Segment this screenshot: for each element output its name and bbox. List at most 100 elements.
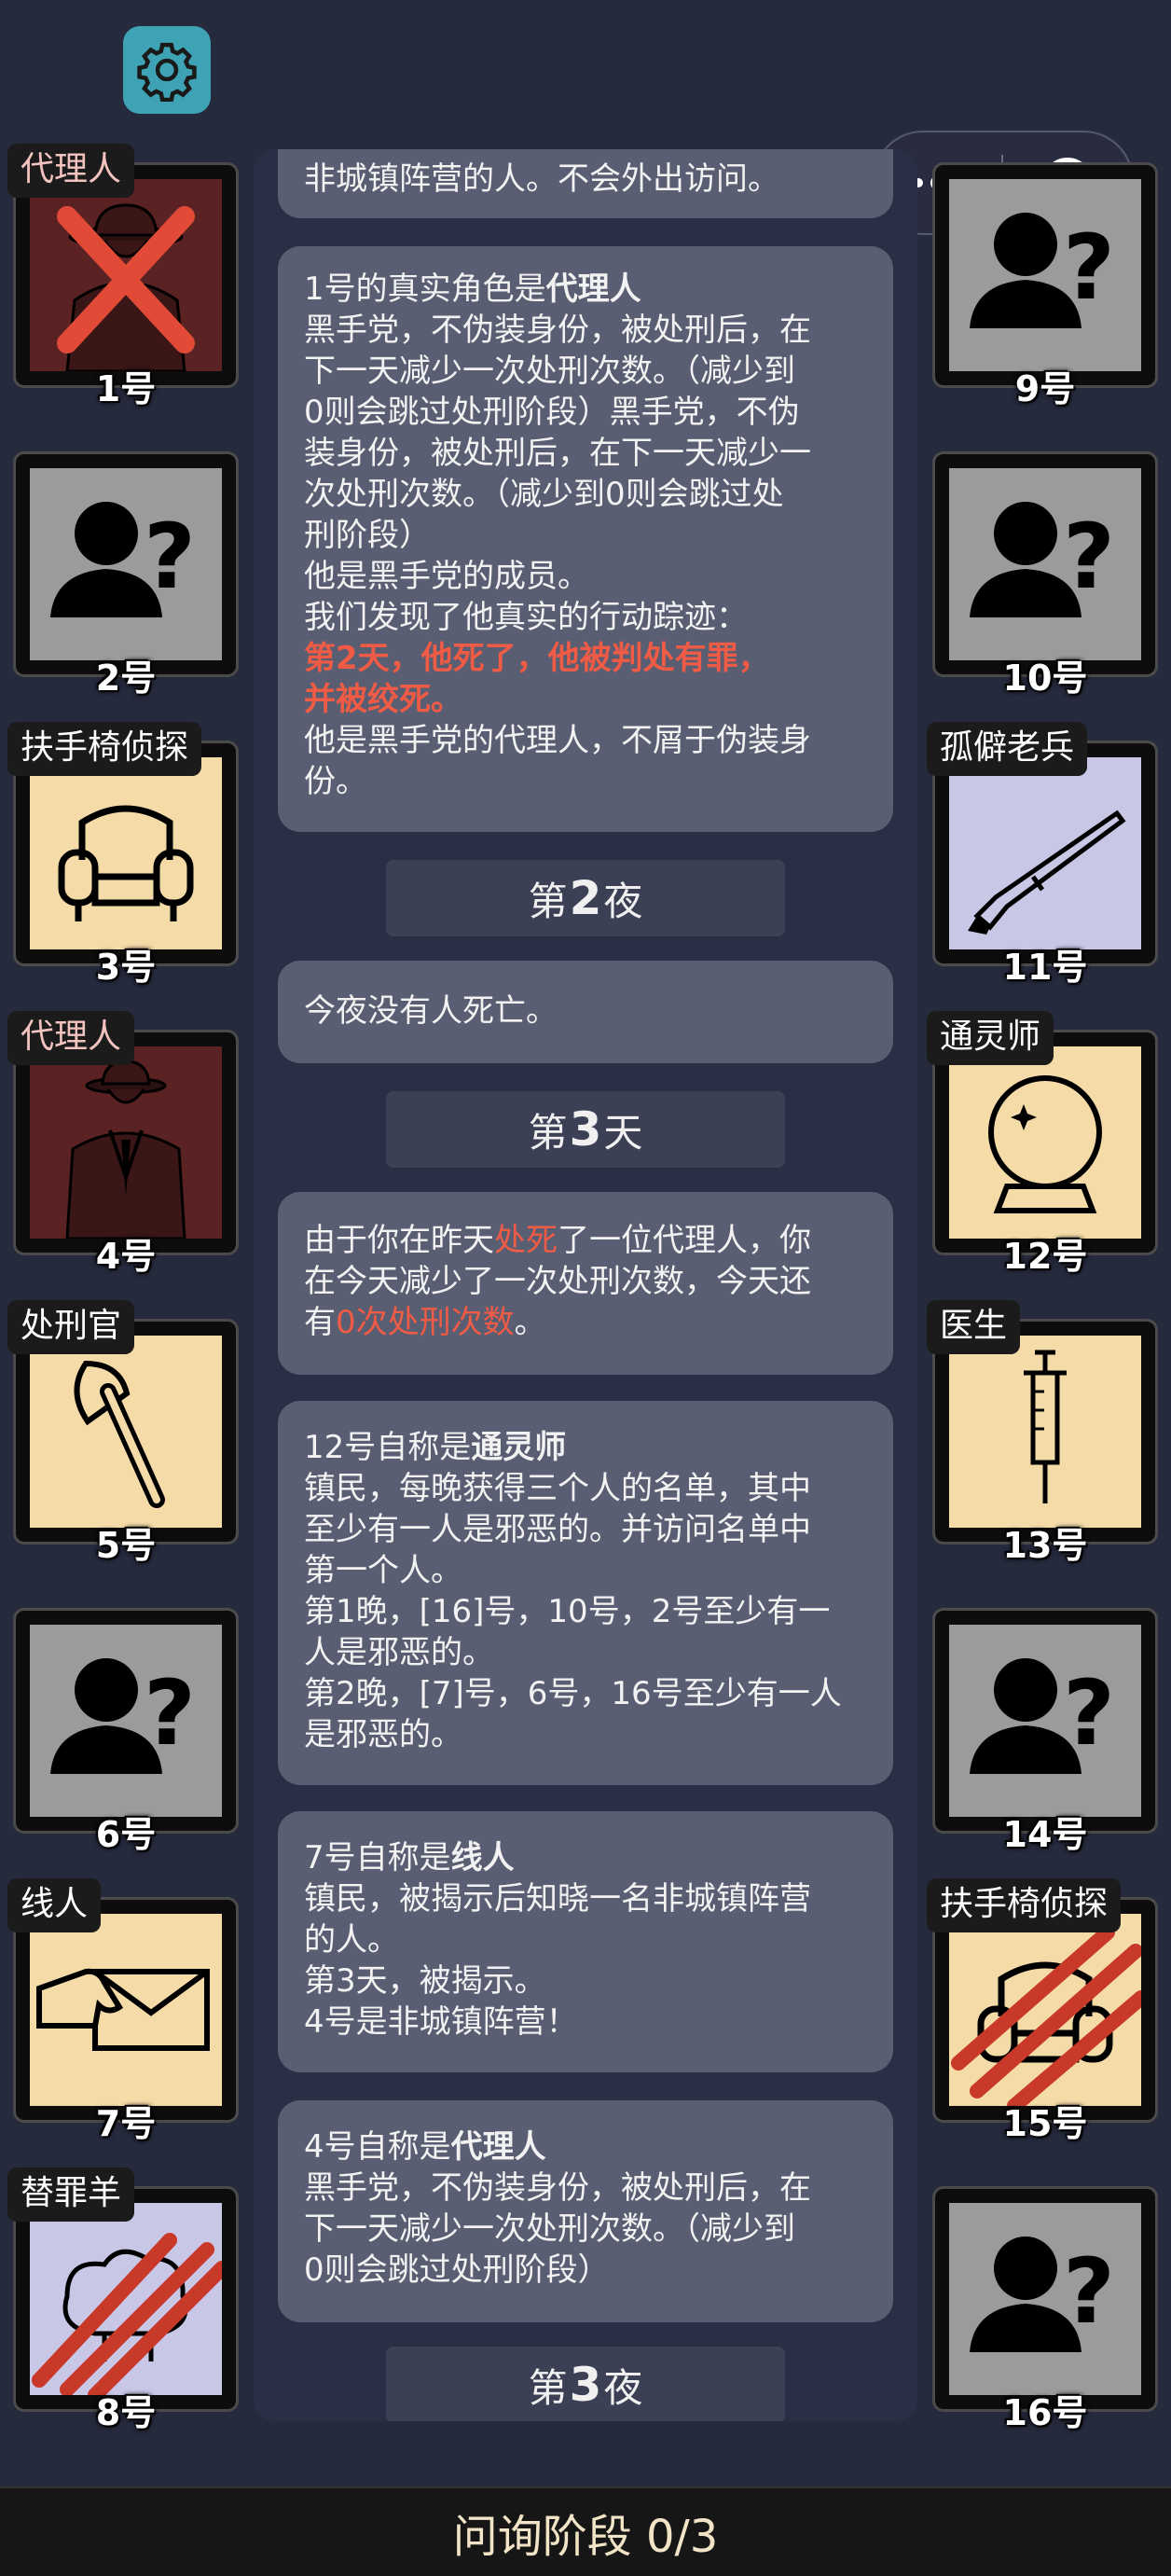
player-card-13[interactable]: 13号 医生: [927, 1300, 1158, 1566]
log-text: 黑手党，不伪装身份，被处刑后，在: [304, 312, 811, 349]
log-text: 下一天减少一次处刑次数。（减少到: [304, 353, 795, 390]
crystal-ball-icon: [949, 1046, 1141, 1239]
phase-suffix: 天: [603, 1109, 643, 1156]
role-tag: 通灵师: [927, 1011, 1054, 1065]
log-text: 了一位代理人，你: [558, 1222, 811, 1259]
player-number: 3号: [95, 947, 157, 988]
log-highlight-text: 处死: [494, 1222, 558, 1259]
log-text: 12号自称是: [304, 1429, 472, 1466]
player-number: 5号: [95, 1525, 157, 1566]
syringe-icon: [949, 1336, 1141, 1528]
unknown-person-icon: ?: [30, 1625, 222, 1817]
log-text: 镇民，每晚获得三个人的名单，其中: [304, 1470, 811, 1507]
log-text: 第2晚，[7]号，6号，16号至少有一人: [304, 1675, 842, 1712]
player-card-16[interactable]: ? 16号: [932, 2186, 1158, 2433]
phase-header-night-2: 第2夜: [386, 860, 785, 936]
player-card-1[interactable]: 1号 代理人: [7, 144, 239, 409]
log-text: 第1晚，[16]号，10号，2号至少有一: [304, 1593, 831, 1630]
agent-suit-icon: [30, 1046, 222, 1239]
log-highlight-text: 第2天，他死了，他被判处有罪，: [304, 640, 770, 677]
role-tag: 代理人: [7, 1011, 135, 1065]
armchair-icon: [30, 757, 222, 949]
log-message-claim-informant: 7号自称是线人 镇民，被揭示后知晓一名非城镇阵营 的人。 第3天，被揭示。 4号…: [278, 1811, 893, 2072]
player-number: 8号: [95, 2392, 157, 2433]
role-tag: 孤僻老兵: [927, 722, 1088, 776]
player-card-4[interactable]: 4号 代理人: [7, 1011, 239, 1277]
log-text: 他是黑手党的代理人，不屑于伪装身: [304, 722, 811, 759]
phase-number: 3: [569, 1102, 602, 1156]
player-card-6[interactable]: ? 6号: [13, 1608, 239, 1855]
player-number: 2号: [95, 658, 157, 699]
phase-header-day-3: 第3天: [386, 1091, 785, 1168]
player-number: 13号: [1002, 1525, 1088, 1566]
role-name: 代理人: [545, 270, 641, 308]
log-text: 至少有一人是邪恶的。并访问名单中: [304, 1511, 811, 1548]
log-text: 我们发现了他真实的行动踪迹：: [304, 599, 748, 636]
player-card-2[interactable]: ? 2号: [13, 451, 239, 699]
player-card-10[interactable]: ? 10号: [932, 451, 1158, 699]
role-tag: 医生: [927, 1300, 1021, 1354]
log-text: 1号的真实角色是: [304, 270, 546, 308]
log-text: 份。: [304, 763, 367, 800]
player-card-11[interactable]: 11号 孤僻老兵: [927, 722, 1158, 988]
sheep-icon: [30, 2203, 222, 2395]
player-number: 11号: [1002, 947, 1088, 988]
game-log-panel[interactable]: 非城镇阵营的人。不会外出访问。 1号的真实角色是代理人 黑手党，不伪装身份，被处…: [254, 149, 917, 2421]
player-number: 15号: [1002, 2103, 1088, 2144]
phase-header-night-3: 第3夜: [386, 2347, 785, 2421]
log-message: 非城镇阵营的人。不会外出访问。: [278, 149, 893, 218]
phase-status-label: 问询阶段 0/3: [452, 2511, 719, 2563]
player-card-14[interactable]: ? 14号: [932, 1608, 1158, 1855]
player-number: 1号: [95, 368, 157, 409]
log-highlight-text: 并被绞死。: [304, 681, 462, 718]
player-card-7[interactable]: 7号 线人: [7, 1878, 239, 2144]
player-number: 12号: [1002, 1236, 1088, 1277]
log-text: 4号自称是: [304, 2128, 451, 2166]
role-tag: 线人: [7, 1878, 102, 1932]
player-number: 9号: [1014, 368, 1076, 409]
player-card-8[interactable]: 8号 替罪羊: [7, 2167, 239, 2433]
phase-prefix: 第: [528, 2364, 568, 2411]
log-text: 由于你在昨天: [304, 1222, 494, 1259]
player-card-9[interactable]: ? 9号: [932, 162, 1158, 409]
phase-suffix: 夜: [603, 878, 643, 924]
svg-text:?: ?: [1063, 2239, 1115, 2344]
player-card-5[interactable]: 5号 处刑官: [7, 1300, 239, 1566]
unknown-person-icon: ?: [949, 2203, 1141, 2395]
unknown-person-icon: ?: [949, 468, 1141, 660]
player-number: 10号: [1002, 658, 1088, 699]
log-text: 第一个人。: [304, 1552, 462, 1589]
envelope-hand-icon: [30, 1914, 222, 2106]
player-card-12[interactable]: 12号 通灵师: [927, 1011, 1158, 1277]
log-text: 黑手党，不伪装身份，被处刑后，在: [304, 2169, 811, 2207]
role-tag: 代理人: [7, 144, 135, 198]
log-text: 下一天减少一次处刑次数。（减少到: [304, 2210, 795, 2248]
player-number: 14号: [1002, 1814, 1088, 1855]
player-number: 7号: [95, 2103, 157, 2144]
svg-text:?: ?: [144, 505, 196, 609]
phase-number: 3: [569, 2358, 602, 2412]
role-tag: 替罪羊: [7, 2167, 135, 2222]
player-card-3[interactable]: 3号 扶手椅侦探: [7, 722, 239, 988]
rifle-icon: [949, 757, 1141, 949]
role-name: 代理人: [450, 2128, 546, 2166]
gear-icon: [137, 42, 197, 102]
settings-button[interactable]: [123, 26, 211, 114]
unknown-person-icon: ?: [949, 1625, 1141, 1817]
player-number: 16号: [1002, 2392, 1088, 2433]
svg-text:?: ?: [1063, 505, 1115, 609]
player-card-15[interactable]: 15号 扶手椅侦探: [927, 1878, 1158, 2144]
unknown-person-icon: ?: [30, 468, 222, 660]
log-text: 人是邪恶的。: [304, 1634, 494, 1671]
role-tag: 扶手椅侦探: [927, 1878, 1122, 1932]
player-number: 6号: [95, 1814, 157, 1855]
player-number: 4号: [95, 1236, 157, 1277]
log-text: 第3天，被揭示。: [304, 1962, 546, 2000]
phase-prefix: 第: [528, 878, 568, 924]
log-text: 0则会跳过处刑阶段）黑手党，不伪: [304, 394, 800, 431]
log-message-true-role: 1号的真实角色是代理人 黑手党，不伪装身份，被处刑后，在 下一天减少一次处刑次数…: [278, 246, 893, 832]
svg-text:?: ?: [1063, 1661, 1115, 1766]
svg-text:?: ?: [1063, 215, 1115, 320]
axe-icon: [30, 1336, 222, 1528]
phase-number: 2: [569, 871, 602, 925]
